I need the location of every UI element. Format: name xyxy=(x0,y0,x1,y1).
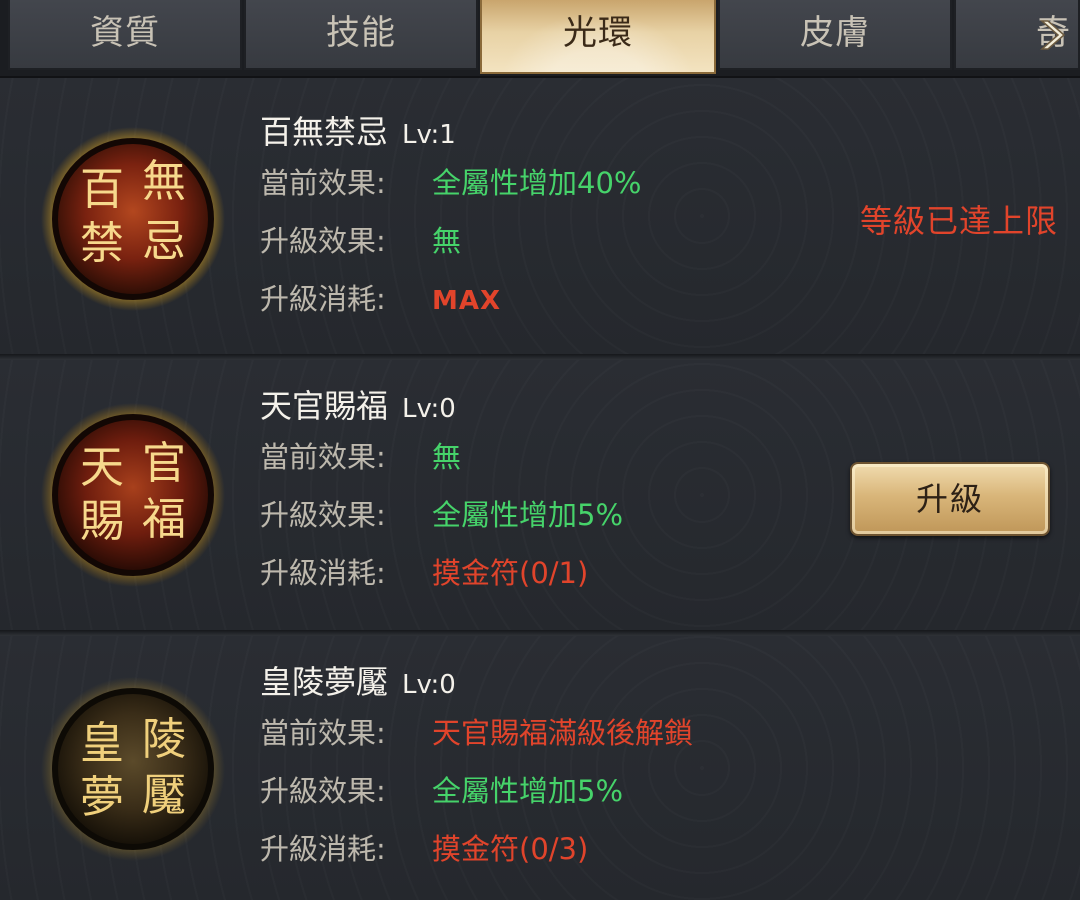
skill-name: 皇陵夢魘 xyxy=(260,663,389,701)
current-effect-label: 當前效果: xyxy=(260,716,386,750)
medal-char: 福 xyxy=(142,494,186,545)
current-effect-value: 無 xyxy=(432,440,462,474)
medal-char: 官 xyxy=(142,438,186,489)
skill-medal-icon: 皇 陵 夢 魘 xyxy=(41,677,225,861)
upgrade-cost-line: 升級消耗: 摸金符(0/1) xyxy=(260,544,800,602)
medal-char: 百 xyxy=(80,164,124,215)
skill-name: 天官賜福 xyxy=(260,387,389,425)
upgrade-cost-label: 升級消耗: xyxy=(260,556,386,590)
current-effect-line: 當前效果: 天官賜福滿級後解鎖 xyxy=(260,704,800,762)
upgrade-effect-line: 升級效果: 無 xyxy=(260,212,800,270)
skill-level: Lv:0 xyxy=(402,670,456,700)
upgrade-cost-value: MAX xyxy=(432,286,502,316)
max-level-status: 等級已達上限 xyxy=(859,202,1058,240)
skill-row-2: 天 官 賜 福 天官賜福 Lv:0 當前效果: 無 升級效果: 全屬性增加5% 升級消… xyxy=(0,360,1080,630)
current-effect-line: 當前效果: 全屬性增加40% xyxy=(260,154,800,212)
skill-info: 天官賜福 Lv:0 當前效果: 無 升級效果: 全屬性增加5% 升級消耗: 摸金符(0/… xyxy=(260,384,800,602)
medal-char: 禁 xyxy=(80,218,124,269)
upgrade-cost-label: 升級消耗: xyxy=(260,832,386,866)
upgrade-cost-label: 升級消耗: xyxy=(260,282,386,316)
tab-skills[interactable]: 技能 xyxy=(244,0,478,70)
skill-level: Lv:0 xyxy=(402,394,456,424)
upgrade-effect-line: 升級效果: 全屬性增加5% xyxy=(260,486,800,544)
medal-char: 夢 xyxy=(80,772,124,823)
current-effect-label: 當前效果: xyxy=(260,440,386,474)
skill-info: 百無禁忌 Lv:1 當前效果: 全屬性增加40% 升級效果: 無 升級消耗: MAX xyxy=(260,110,800,328)
upgrade-cost-line: 升級消耗: MAX xyxy=(260,270,800,328)
tab-skin[interactable]: 皮膚 xyxy=(718,0,952,70)
upgrade-effect-line: 升級效果: 全屬性增加5% xyxy=(260,762,800,820)
upgrade-effect-label: 升級效果: xyxy=(260,498,386,532)
skill-name: 百無禁忌 xyxy=(260,113,389,151)
tab-halo[interactable]: 光環 xyxy=(480,0,716,74)
medal-char: 陵 xyxy=(142,714,186,765)
current-effect-value: 天官賜福滿級後解鎖 xyxy=(432,716,694,750)
current-effect-value: 全屬性增加40% xyxy=(432,166,642,200)
upgrade-effect-value: 全屬性增加5% xyxy=(432,774,624,808)
medal-char: 忌 xyxy=(142,216,186,267)
halo-screen: 資質 技能 光環 皮膚 奇珍 百 無 xyxy=(0,0,1080,900)
upgrade-effect-value: 無 xyxy=(432,224,462,258)
medal-char: 無 xyxy=(142,156,186,207)
upgrade-cost-value: 摸金符(0/3) xyxy=(432,832,589,866)
upgrade-cost-value: 摸金符(0/1) xyxy=(432,556,589,590)
medal-char: 皇 xyxy=(80,718,124,769)
skill-row-1: 百 無 禁 忌 百無禁忌 Lv:1 當前效果: 全屬性增加40% 升級效果: 無 升級… xyxy=(0,78,1080,354)
chevron-right-icon[interactable] xyxy=(1038,18,1066,52)
tab-bar: 資質 技能 光環 皮膚 奇珍 xyxy=(0,0,1080,78)
skill-title: 皇陵夢魘 Lv:0 xyxy=(260,660,800,704)
skill-title: 天官賜福 Lv:0 xyxy=(260,384,800,428)
medal-char: 賜 xyxy=(80,496,124,547)
skill-info: 皇陵夢魘 Lv:0 當前效果: 天官賜福滿級後解鎖 升級效果: 全屬性增加5% 升級消… xyxy=(260,660,800,878)
upgrade-cost-line: 升級消耗: 摸金符(0/3) xyxy=(260,820,800,878)
upgrade-effect-label: 升級效果: xyxy=(260,774,386,808)
upgrade-effect-value: 全屬性增加5% xyxy=(432,498,624,532)
upgrade-button[interactable]: 升級 xyxy=(850,462,1050,536)
medal-char: 魘 xyxy=(142,770,186,821)
skill-row-3: 皇 陵 夢 魘 皇陵夢魘 Lv:0 當前效果: 天官賜福滿級後解鎖 升級效果: 全屬性… xyxy=(0,636,1080,900)
tab-aptitude[interactable]: 資質 xyxy=(8,0,242,70)
skill-title: 百無禁忌 Lv:1 xyxy=(260,110,800,154)
current-effect-label: 當前效果: xyxy=(260,166,386,200)
current-effect-line: 當前效果: 無 xyxy=(260,428,800,486)
skill-medal-icon: 天 官 賜 福 xyxy=(41,403,225,587)
skill-level: Lv:1 xyxy=(402,120,456,150)
medal-char: 天 xyxy=(80,442,124,493)
skill-medal-icon: 百 無 禁 忌 xyxy=(41,127,225,311)
upgrade-effect-label: 升級效果: xyxy=(260,224,386,258)
